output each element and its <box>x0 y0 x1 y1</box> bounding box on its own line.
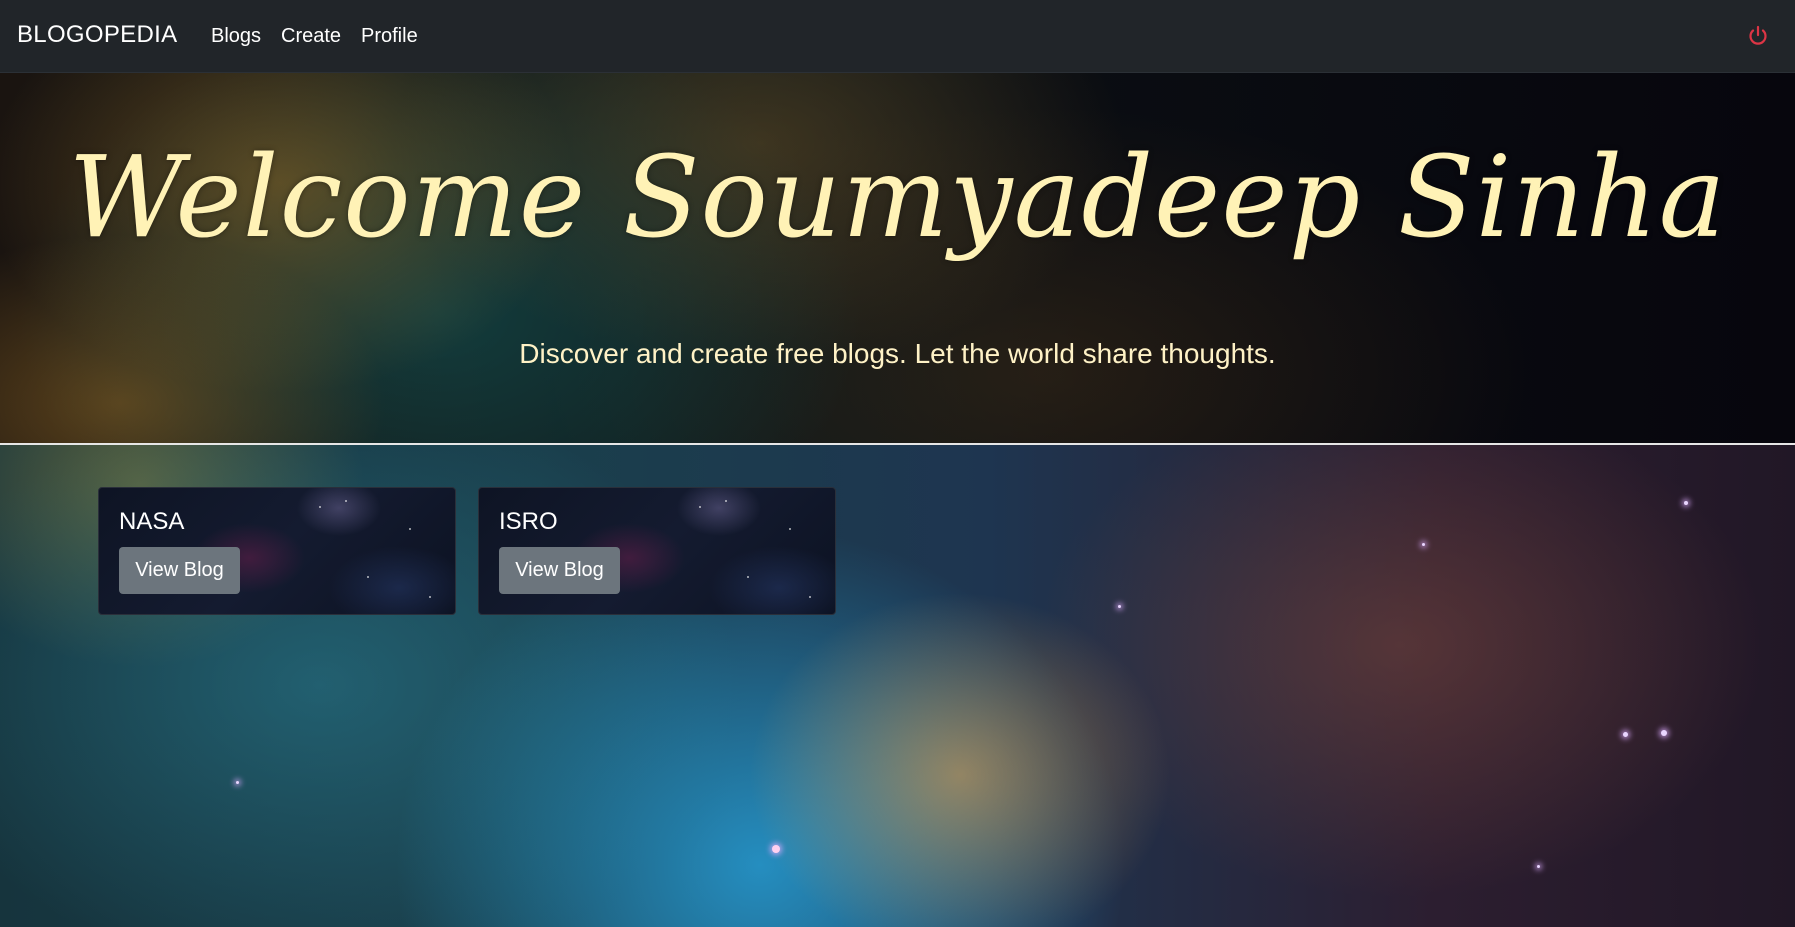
hero-banner: Welcome Soumyadeep Sinha Discover and cr… <box>0 73 1795 443</box>
background-star <box>1623 732 1628 737</box>
blog-card-title: ISRO <box>499 508 558 535</box>
blog-card-isro: ISRO View Blog <box>478 487 836 615</box>
background-star <box>1118 605 1121 608</box>
blog-card-nasa: NASA View Blog <box>98 487 456 615</box>
hero-title: Welcome Soumyadeep Sinha <box>68 133 1727 263</box>
background-star <box>1422 543 1425 546</box>
background-star <box>236 781 239 784</box>
hero-subtitle: Discover and create free blogs. Let the … <box>519 338 1276 369</box>
background-star <box>1661 730 1667 736</box>
view-blog-button[interactable]: View Blog <box>119 547 240 594</box>
background-star <box>772 845 780 853</box>
view-blog-button[interactable]: View Blog <box>499 547 620 594</box>
nav-link-blogs[interactable]: Blogs <box>211 25 261 48</box>
nav-link-create[interactable]: Create <box>281 25 341 48</box>
nav-link-profile[interactable]: Profile <box>361 25 418 48</box>
power-icon[interactable] <box>1746 24 1770 48</box>
blog-card-title: NASA <box>119 508 185 535</box>
navbar: BLOGOPEDIA Blogs Create Profile <box>0 0 1795 73</box>
background-star <box>1684 501 1688 505</box>
brand-logo[interactable]: BLOGOPEDIA <box>17 21 177 49</box>
background-star <box>1537 865 1540 868</box>
